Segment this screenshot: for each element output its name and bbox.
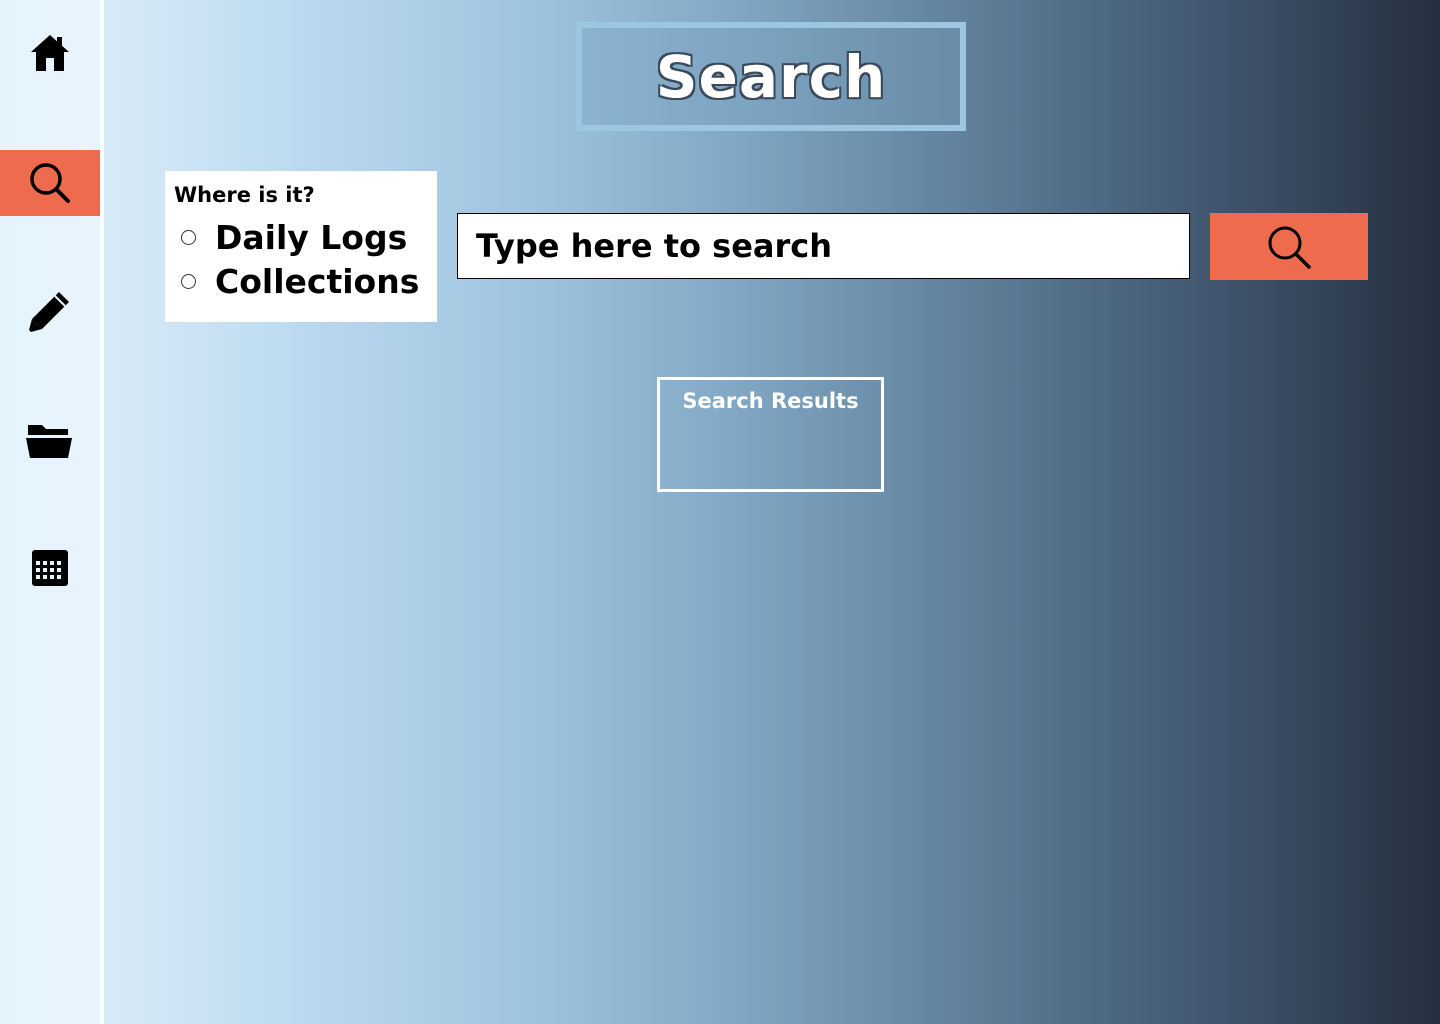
sidebar-item-edit[interactable] bbox=[0, 278, 100, 344]
search-results-panel: Search Results bbox=[657, 377, 884, 492]
sidebar-item-search[interactable] bbox=[0, 150, 100, 216]
radio-collections[interactable] bbox=[181, 273, 196, 289]
search-input[interactable] bbox=[457, 213, 1190, 279]
location-filter: Where is it? Daily Logs Collections bbox=[165, 171, 437, 322]
home-icon bbox=[31, 35, 69, 71]
page-title-box: Search bbox=[576, 22, 966, 131]
search-icon bbox=[1268, 226, 1311, 269]
sidebar bbox=[0, 0, 104, 1024]
radio-option-collections[interactable]: Collections bbox=[174, 259, 437, 303]
sidebar-item-collections[interactable] bbox=[0, 407, 100, 473]
location-filter-label: Where is it? bbox=[174, 183, 315, 207]
pencil-icon bbox=[29, 292, 69, 332]
search-icon bbox=[30, 163, 70, 203]
calendar-icon bbox=[32, 550, 68, 586]
search-button[interactable] bbox=[1210, 213, 1368, 280]
radio-label-collections: Collections bbox=[215, 261, 420, 301]
sidebar-item-home[interactable] bbox=[0, 20, 100, 86]
folder-open-icon bbox=[26, 425, 72, 458]
sidebar-item-calendar[interactable] bbox=[0, 535, 100, 601]
radio-option-daily-logs[interactable]: Daily Logs bbox=[174, 215, 437, 259]
search-results-label: Search Results bbox=[682, 389, 859, 413]
page-title: Search bbox=[655, 42, 887, 111]
radio-daily-logs[interactable] bbox=[181, 229, 196, 245]
radio-label-daily-logs: Daily Logs bbox=[215, 217, 408, 257]
